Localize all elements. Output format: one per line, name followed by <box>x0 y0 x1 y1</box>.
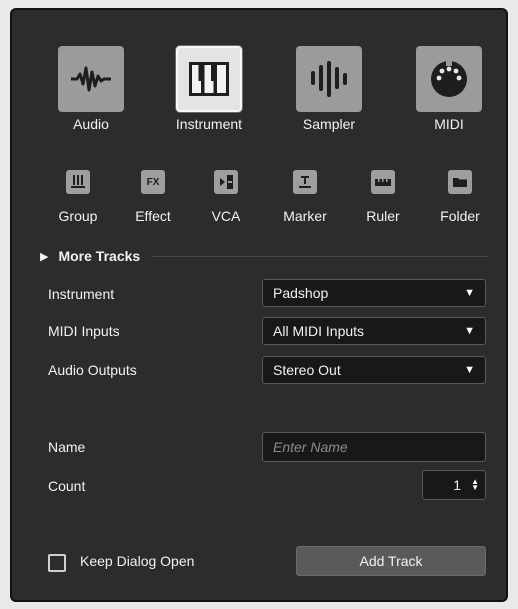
waveform-icon <box>71 66 111 92</box>
folder-icon <box>453 178 467 187</box>
vca-icon <box>220 175 233 189</box>
track-type-marker-tile[interactable] <box>293 170 317 194</box>
track-type-instrument-label: Instrument <box>175 116 243 132</box>
track-type-group-label: Group <box>58 208 98 224</box>
track-type-ruler-label: Ruler <box>366 208 400 224</box>
audio-outputs-select[interactable]: Stereo Out ▼ <box>262 356 486 384</box>
midi-connector-icon <box>431 61 467 97</box>
triangle-right-icon: ▶ <box>40 250 49 263</box>
audio-outputs-label: Audio Outputs <box>48 362 137 378</box>
add-track-dialog: Audio Instrument Sampler MIDI Group FX E… <box>10 8 508 602</box>
count-label: Count <box>48 478 86 494</box>
keep-dialog-open-checkbox[interactable] <box>48 554 66 572</box>
fx-icon: FX <box>146 176 160 188</box>
triangle-down-icon: ▼ <box>464 364 475 376</box>
midi-inputs-select[interactable]: All MIDI Inputs ▼ <box>262 317 486 345</box>
instrument-select[interactable]: Padshop ▼ <box>262 279 486 307</box>
track-type-effect-tile[interactable]: FX <box>141 170 165 194</box>
track-type-effect-label: Effect <box>135 208 171 224</box>
add-track-button[interactable]: Add Track <box>296 546 486 576</box>
track-type-vca-tile[interactable] <box>214 170 238 194</box>
up-down-arrows-icon[interactable]: ▲ ▼ <box>471 478 479 492</box>
track-type-ruler-tile[interactable] <box>371 170 395 194</box>
more-tracks-toggle[interactable]: ▶ More Tracks <box>40 246 488 266</box>
track-type-midi-tile[interactable] <box>416 46 482 112</box>
divider <box>152 255 488 257</box>
instrument-label: Instrument <box>48 286 115 302</box>
triangle-down-icon: ▼ <box>464 325 475 337</box>
instrument-value: Padshop <box>273 285 329 301</box>
midi-inputs-label: MIDI Inputs <box>48 323 120 339</box>
track-type-instrument-tile[interactable] <box>176 46 242 112</box>
track-type-audio-tile[interactable] <box>58 46 124 112</box>
track-type-marker-label: Marker <box>283 208 327 224</box>
piano-keys-icon <box>189 62 229 96</box>
sampler-bars-icon <box>311 61 347 97</box>
track-type-sampler-tile[interactable] <box>296 46 362 112</box>
name-label: Name <box>48 439 86 455</box>
count-value: 1 <box>453 477 462 493</box>
ruler-icon <box>375 179 391 186</box>
marker-icon <box>299 176 311 188</box>
track-type-audio-label: Audio <box>73 116 109 132</box>
triangle-down-icon: ▼ <box>464 287 475 299</box>
audio-outputs-value: Stereo Out <box>273 362 341 378</box>
track-type-vca-label: VCA <box>211 208 241 224</box>
track-type-folder-label: Folder <box>440 208 480 224</box>
name-input[interactable] <box>262 432 486 462</box>
more-tracks-label: More Tracks <box>58 248 141 264</box>
track-type-sampler-label: Sampler <box>302 116 356 132</box>
group-icon <box>71 175 85 188</box>
track-type-midi-label: MIDI <box>434 116 464 132</box>
track-type-group-tile[interactable] <box>66 170 90 194</box>
keep-dialog-open-label: Keep Dialog Open <box>80 553 195 569</box>
midi-inputs-value: All MIDI Inputs <box>273 323 365 339</box>
track-type-folder-tile[interactable] <box>448 170 472 194</box>
count-stepper[interactable]: 1 ▲ ▼ <box>422 470 486 500</box>
